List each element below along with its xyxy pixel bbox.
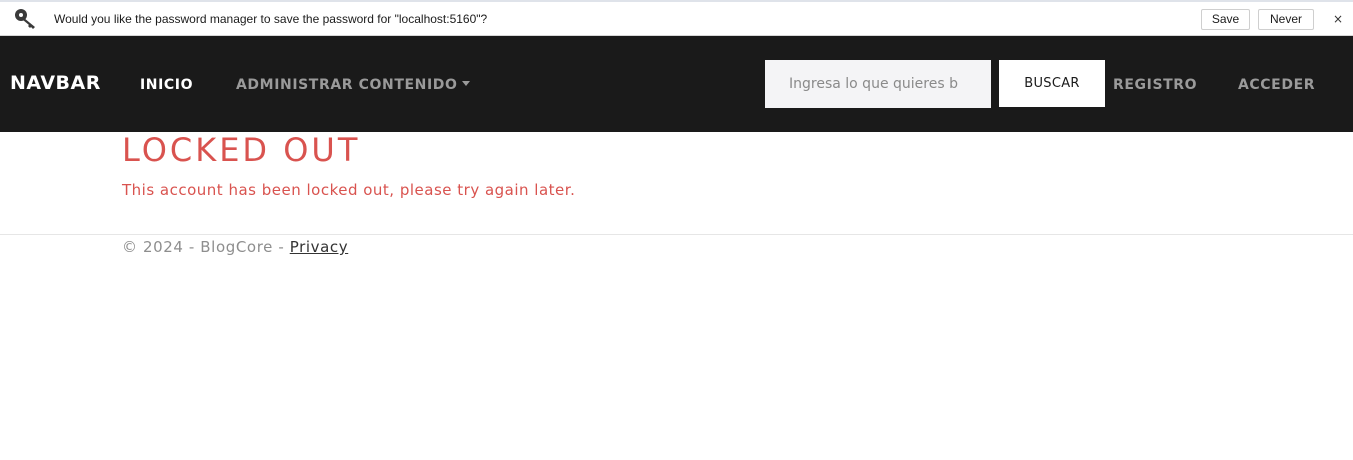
page-title: LOCKED OUT [122,131,361,169]
caret-down-icon [462,81,471,86]
nav-dropdown-label: ADMINISTRAR CONTENIDO [236,77,458,93]
privacy-link[interactable]: Privacy [290,238,349,256]
lockout-message: This account has been locked out, please… [122,181,576,199]
password-manager-bar: Would you like the password manager to s… [0,0,1353,36]
footer-divider [0,234,1353,235]
close-icon[interactable]: × [1331,11,1345,27]
nav-link-acceder[interactable]: ACCEDER [1238,77,1315,93]
footer: © 2024 - BlogCore - Privacy [122,238,348,256]
search-input[interactable] [765,60,991,108]
footer-copyright: © 2024 - BlogCore - [122,238,290,256]
save-password-button[interactable]: Save [1201,9,1250,30]
password-manager-message: Would you like the password manager to s… [54,12,488,26]
search-button[interactable]: BUSCAR [999,60,1105,107]
nav-link-registro[interactable]: REGISTRO [1113,77,1197,93]
navbar: NAVBAR INICIO ADMINISTRAR CONTENIDO BUSC… [0,36,1353,132]
nav-dropdown-administrar[interactable]: ADMINISTRAR CONTENIDO [236,77,471,93]
never-save-button[interactable]: Never [1258,9,1314,30]
key-icon [15,9,35,29]
nav-link-inicio[interactable]: INICIO [140,77,193,93]
navbar-brand[interactable]: NAVBAR [10,72,101,94]
